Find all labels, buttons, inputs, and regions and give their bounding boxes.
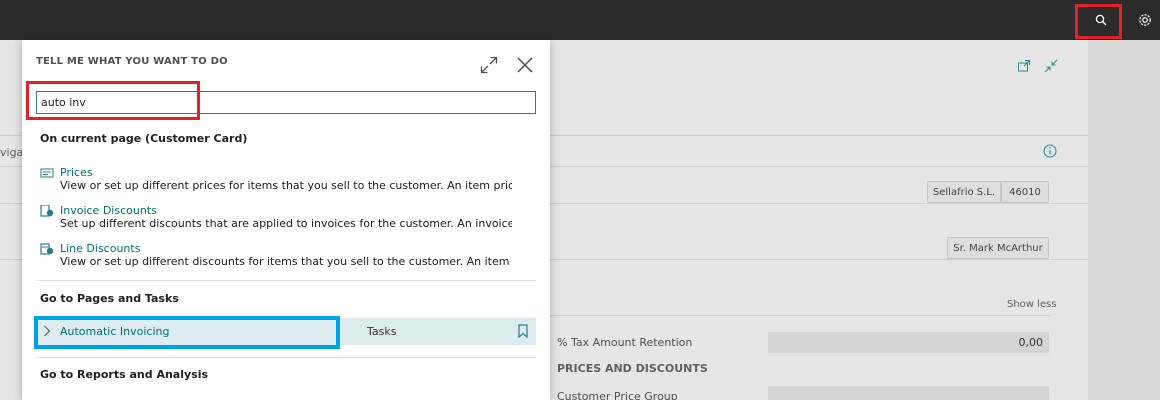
result-title[interactable]: Prices <box>60 166 93 179</box>
search-icon <box>1095 14 1107 26</box>
info-icon[interactable] <box>1042 143 1058 159</box>
price-list-icon <box>40 168 54 178</box>
company-code-field[interactable]: 46010 <box>1001 181 1049 203</box>
close-icon <box>517 57 533 73</box>
bookmark-icon[interactable] <box>517 324 529 338</box>
result-description: View or set up different prices for item… <box>60 179 512 192</box>
open-new-window-icon[interactable] <box>1016 58 1032 74</box>
prices-section-heading: PRICES AND DISCOUNTS <box>557 362 708 375</box>
task-category: Tasks <box>367 325 397 338</box>
dialog-title: TELL ME WHAT YOU WANT TO DO <box>36 56 228 67</box>
divider <box>550 315 1050 316</box>
task-label[interactable]: Automatic Invoicing <box>60 325 169 338</box>
section-divider <box>36 280 536 281</box>
search-input[interactable] <box>36 91 536 114</box>
result-description: Set up different discounts that are appl… <box>60 217 512 230</box>
pages-tasks-heading: Go to Pages and Tasks <box>40 292 179 305</box>
settings-button[interactable] <box>1134 8 1156 32</box>
show-less-link[interactable]: Show less <box>1007 299 1057 310</box>
result-title[interactable]: Invoice Discounts <box>60 204 157 217</box>
collapse-icon[interactable] <box>1043 58 1059 74</box>
close-button[interactable] <box>514 54 536 76</box>
reports-analysis-heading: Go to Reports and Analysis <box>40 368 209 381</box>
gear-icon <box>1139 14 1151 26</box>
expand-icon <box>480 56 498 74</box>
tax-retention-label: % Tax Amount Retention <box>557 336 693 349</box>
expand-button[interactable] <box>478 54 500 76</box>
invoice-discount-icon <box>40 205 54 217</box>
search-button[interactable] <box>1084 8 1118 32</box>
right-gutter <box>1088 40 1160 400</box>
section-divider <box>36 357 536 358</box>
result-description: View or set up different discounts for i… <box>60 255 512 268</box>
result-title[interactable]: Line Discounts <box>60 242 140 255</box>
task-automatic-invoicing[interactable]: Automatic Invoicing Tasks <box>36 318 536 345</box>
chevron-right-icon <box>44 325 51 337</box>
company-name-field[interactable]: Sellafrio S.L. <box>927 181 1001 203</box>
tell-me-dialog: TELL ME WHAT YOU WANT TO DO On current p… <box>22 40 550 400</box>
current-page-heading: On current page (Customer Card) <box>40 132 248 145</box>
top-bar <box>0 0 1160 40</box>
line-discount-icon <box>40 243 54 255</box>
nav-fragment: viga <box>0 146 24 159</box>
tax-retention-field[interactable]: 0,00 <box>768 332 1049 353</box>
contact-field[interactable]: Sr. Mark McArthur <box>947 237 1049 259</box>
price-group-label: Customer Price Group <box>557 390 678 400</box>
price-group-field[interactable] <box>768 386 1049 400</box>
